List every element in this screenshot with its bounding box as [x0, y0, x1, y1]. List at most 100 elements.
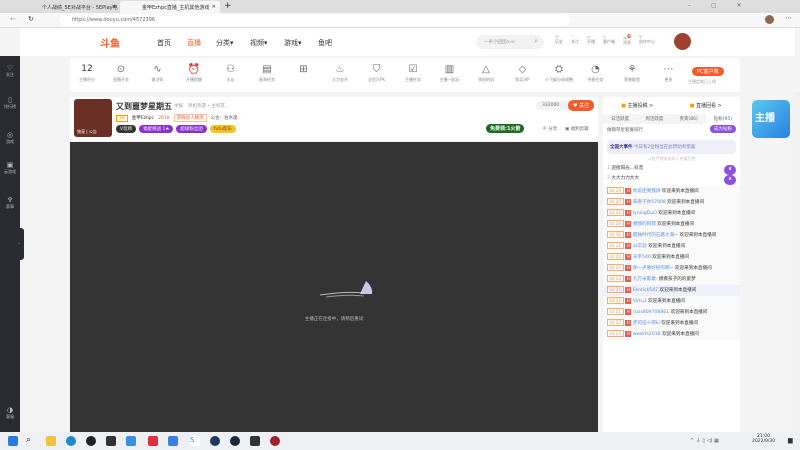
refresh-icon[interactable]: ↻	[28, 15, 34, 23]
history-button[interactable]: ◷ 历史	[555, 34, 563, 46]
toolbar-item[interactable]: ∿ 做活码	[141, 64, 175, 83]
menu-icon[interactable]: ⋯	[785, 14, 792, 22]
follow-button[interactable]: ♥ 关注	[568, 100, 595, 111]
close-icon[interactable]: ✕	[112, 4, 116, 10]
sidebar-expand-handle[interactable]: ›	[18, 228, 24, 260]
promo-floating-badge[interactable]: 主播	[752, 100, 790, 138]
chat-message[interactable]: LV 21 H Fenrick547 欢迎来到本直播间	[603, 285, 740, 296]
netease-icon[interactable]	[148, 436, 158, 446]
follow-button[interactable]: ♡ 关注	[571, 34, 579, 46]
steam-icon[interactable]	[230, 436, 240, 446]
tab-weekly[interactable]: 周活跃度	[637, 114, 671, 124]
anchor-score[interactable]: 12 主播积分	[70, 64, 104, 83]
tab-diamond[interactable]: 钻粉(95)	[705, 114, 740, 124]
tab-vip[interactable]: 贵宾(86)	[672, 114, 706, 124]
douyu-logo[interactable]: 斗鱼	[100, 35, 120, 50]
toolbar-item[interactable]: ⋯ 更多	[652, 64, 686, 83]
replay-link[interactable]: ■ 直播回看 >	[690, 102, 722, 109]
rank-row[interactable]: 1 迎接阳光...抖音 ♛	[603, 164, 740, 175]
nav-games[interactable]: 游戏▾	[284, 38, 302, 48]
lucky-challenge-badge[interactable]: 福星挑战 1★	[139, 125, 174, 133]
join-diamond-button[interactable]: 成为钻粉	[710, 125, 736, 133]
nav-video[interactable]: 视频▾	[250, 38, 268, 48]
chat-message[interactable]: LV 23 H 九万米影歌: 摸摸孩子的的噩梦	[603, 274, 740, 285]
chat-message[interactable]: LV 29 H 想我的阿叔 欢迎来到本直播间	[603, 219, 740, 230]
toolbar-item[interactable]: ⛭ 小飞碟分成调整	[542, 64, 576, 83]
app-icon[interactable]	[106, 436, 116, 446]
explorer-icon[interactable]	[46, 436, 56, 446]
video-player[interactable]: 主播正在连接中，请稍后重试	[70, 142, 598, 432]
chat-nickname[interactable]: 想我的阿叔	[633, 222, 656, 227]
fun-badge[interactable]: fufu欢乐	[209, 125, 236, 133]
chat-message[interactable]: LV 20 H 味香子你57908 欢迎来到本直播间	[603, 197, 740, 208]
toolbar-item[interactable]: ⊞	[287, 64, 321, 77]
toolbar-item[interactable]: ☑ 主播任务	[396, 64, 430, 83]
chat-nickname[interactable]: Virtu3	[633, 299, 647, 304]
clock[interactable]: 21:00 2022/9/30	[752, 434, 775, 444]
chat-nickname[interactable]: 九万米影歌:	[633, 277, 658, 282]
toolbar-item[interactable]: ▤ 星海任务	[250, 64, 284, 83]
toolbar-item[interactable]: ⊙ 直播开关	[104, 64, 138, 83]
broadcast-button[interactable]: ▭ 开播	[587, 34, 595, 46]
chat-nickname[interactable]: 味香子你57908	[633, 200, 666, 205]
chat-message[interactable]: LV 21 H zz实验 欢迎来到本直播间	[603, 241, 740, 252]
app-icon[interactable]	[168, 436, 178, 446]
chat-message[interactable]: LV 24 H 你说还要我讲 欢迎来到本直播间	[603, 186, 740, 197]
rank-row[interactable]: 2 大大力力大大 ♛	[603, 174, 740, 185]
free-rocket-button[interactable]: 免费领:1火箭	[486, 124, 525, 133]
browser-tab[interactable]: 个人战绩_5E对战平台 - 5EPlay电 ✕	[20, 1, 120, 13]
fan-club-badge[interactable]: 超级粉丝团	[176, 125, 207, 133]
chat-message[interactable]: LV 26 H lyningDuO 欢迎来到本直播间	[603, 208, 740, 219]
room-category[interactable]: 单机热游 • 主机其...	[188, 103, 229, 109]
start-icon[interactable]	[8, 436, 18, 446]
message-button[interactable]: ◔99 消息	[623, 34, 631, 46]
chat-nickname[interactable]: 你一点要好好的啊~	[633, 266, 674, 271]
toolbar-item[interactable]: ◇ 购买VIP	[506, 64, 540, 83]
sidebar-item-games[interactable]: ◎ 游戏	[0, 131, 20, 145]
nav-category[interactable]: 分类▾	[216, 38, 234, 48]
nav-live[interactable]: 直播	[187, 38, 201, 48]
app-icon[interactable]	[250, 436, 260, 446]
sidebar-item-events[interactable]: ♆ 赛事	[0, 196, 20, 210]
chat-message[interactable]: LV 36 H 孤独时代的石路大海~ 欢迎来到本直播间	[603, 230, 740, 241]
chat-message[interactable]: LV 25 H 你一点要好好的啊~ 欢迎来到本直播间	[603, 263, 740, 274]
notification-icon[interactable]: ▆	[788, 437, 793, 444]
chat-nickname[interactable]: Fenrick547	[633, 288, 658, 293]
close-icon[interactable]: ✕	[212, 4, 216, 10]
search-icon[interactable]: ⌕	[26, 435, 36, 445]
toolbar-item[interactable]: ◔ 充能任务	[579, 64, 613, 83]
search-input[interactable]: 一条小团团ovo ⌕	[476, 35, 544, 49]
new-tab-button[interactable]: +	[224, 1, 232, 11]
browser-tab-active[interactable]: 金甲Ezhpc直播_主机其他游戏 ✕	[120, 1, 220, 13]
client-button[interactable]: ◇ 客户端	[603, 34, 615, 46]
search-icon[interactable]: ⌕	[534, 37, 538, 46]
sidebar-item-rank[interactable]: ▯ 排行榜	[0, 96, 20, 110]
chat-nickname[interactable]: 天宇540	[633, 255, 651, 260]
back-icon[interactable]: ←	[10, 15, 16, 23]
pc-client-button[interactable]: PC客户端	[692, 67, 724, 76]
toolbar-item[interactable]: ▥ 主播一起玩	[433, 64, 467, 83]
anchor-name[interactable]: 金甲Ezhpc	[132, 115, 154, 121]
edge-icon[interactable]	[66, 436, 76, 446]
window-controls[interactable]: – ▢ ✕	[688, 2, 742, 9]
event-banner[interactable]: 全国大事件 今日有2位粉丝在此赞助有惊喜	[607, 140, 736, 154]
sidebar-item-service[interactable]: ◑ 客服	[0, 406, 20, 420]
chat-nickname[interactable]: weekfs2018	[633, 332, 661, 337]
profile-avatar[interactable]	[765, 15, 774, 24]
chat-message[interactable]: LV 23 H 赤司征十郎ki 欢迎来到本直播间	[603, 318, 740, 329]
report-link[interactable]: 举报	[174, 103, 183, 109]
toolbar-item[interactable]: ⏰ 开播提醒	[177, 64, 211, 83]
app-icon[interactable]	[126, 436, 136, 446]
vip-badge[interactable]: V玩师	[116, 125, 137, 133]
share-button[interactable]: ⇱ 分享	[543, 126, 557, 132]
toolbar-item[interactable]: ♨ 大力金开	[323, 64, 357, 83]
chat-message[interactable]: LV 24 H 天宇540 欢迎来到本直播间	[603, 252, 740, 263]
creator-center-button[interactable]: ⚲ 创作中心	[639, 34, 655, 46]
app-icon[interactable]	[210, 436, 220, 446]
user-avatar[interactable]	[674, 33, 691, 50]
chat-nickname[interactable]: 赤司征十郎ki	[633, 321, 660, 326]
chat-nickname[interactable]: lyningDuO	[633, 211, 657, 216]
toolbar-item[interactable]: ⚇ 水友	[214, 64, 248, 83]
toolbar-item[interactable]: △ 领机的机	[469, 64, 503, 83]
qq-icon[interactable]	[86, 436, 96, 446]
